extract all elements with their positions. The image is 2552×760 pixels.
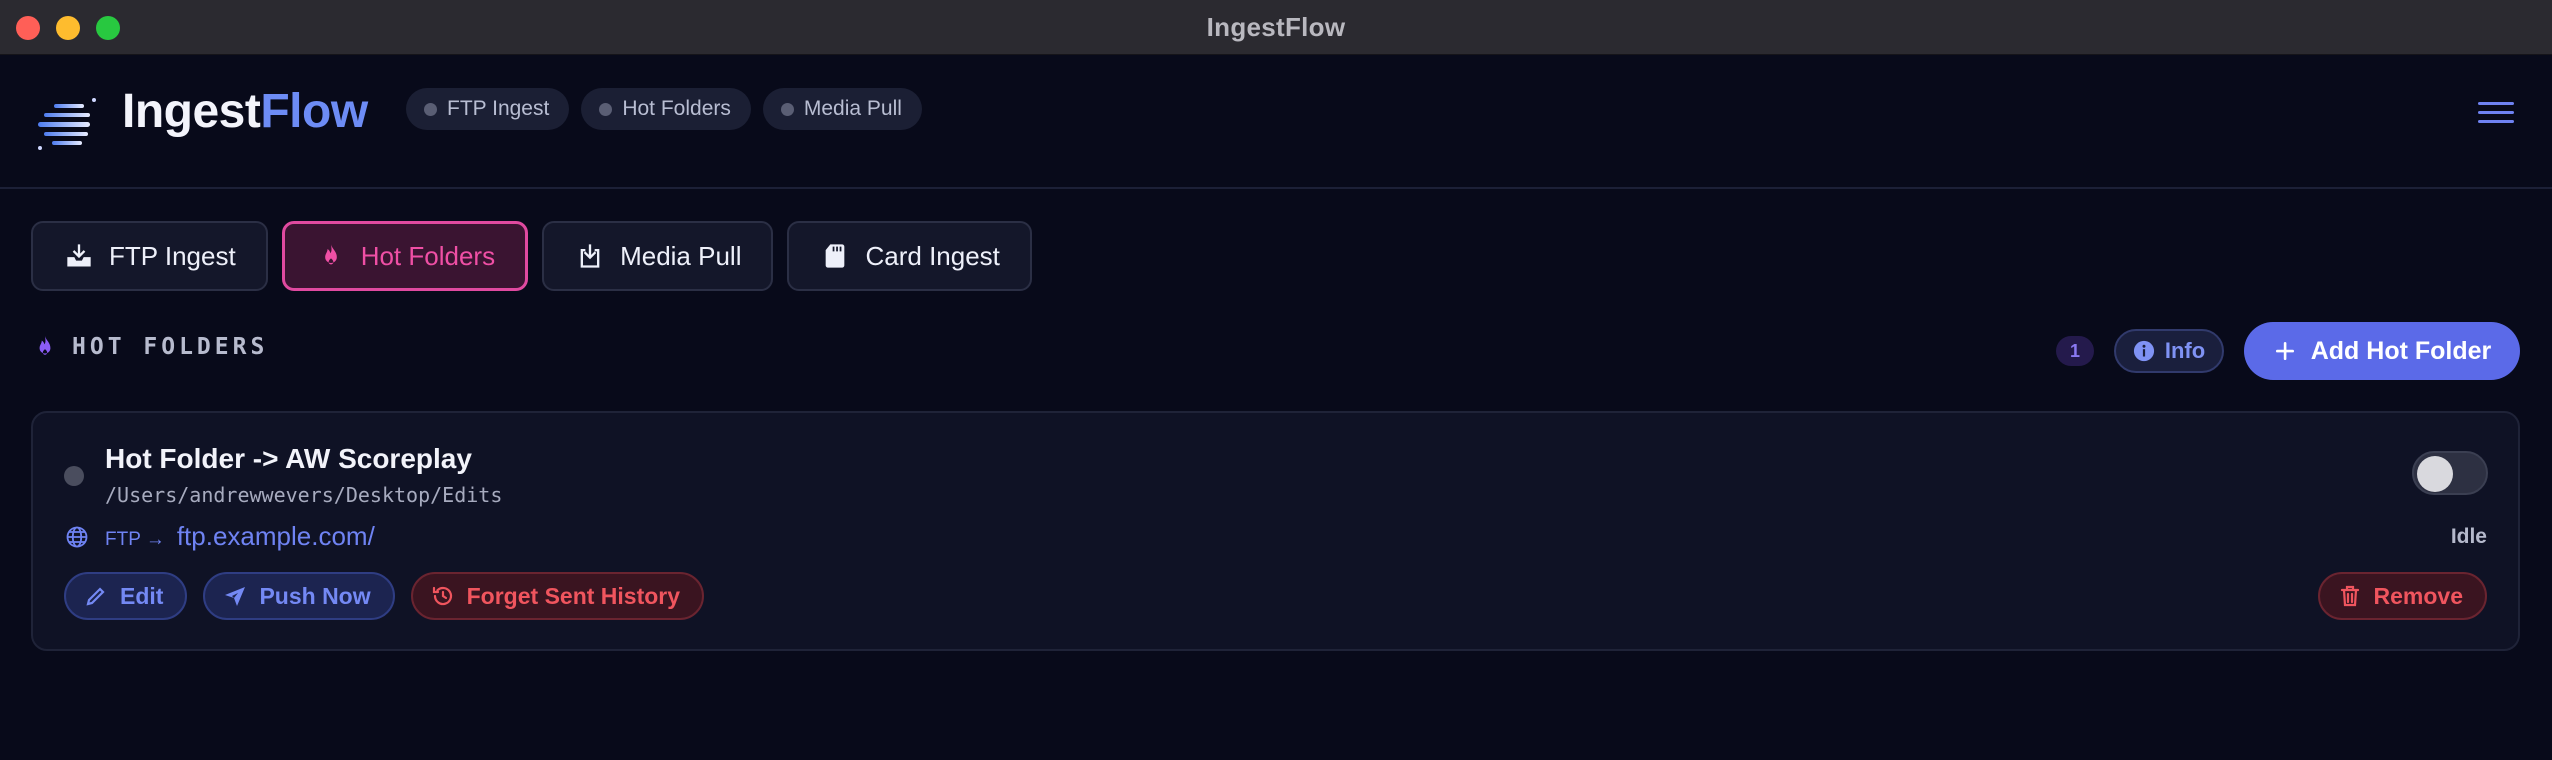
tab-card-ingest[interactable]: Card Ingest — [787, 221, 1032, 291]
zoom-window-button[interactable] — [96, 16, 120, 40]
pencil-icon — [86, 587, 105, 606]
sd-card-icon — [826, 244, 845, 268]
paper-plane-icon — [225, 587, 246, 606]
hot-folder-path: /Users/andrewwevers/Desktop/Edits — [105, 483, 503, 507]
tab-media-pull[interactable]: Media Pull — [542, 221, 774, 291]
hot-folder-title: Hot Folder -> AW Scoreplay — [105, 443, 472, 474]
history-icon — [432, 586, 452, 606]
service-status-chips: FTP Ingest Hot Folders Media Pull — [406, 88, 922, 130]
app-header: IngestFlow FTP Ingest Hot Folders Media … — [0, 56, 2552, 189]
tab-hot-folders[interactable]: Hot Folders — [281, 221, 529, 291]
destination-url[interactable]: ftp.example.com/ — [177, 521, 375, 552]
status-dot — [780, 102, 794, 116]
hamburger-menu-icon[interactable] — [2478, 102, 2514, 130]
main-tabs: FTP Ingest Hot Folders Media Pull Card I… — [31, 221, 1032, 291]
flame-icon — [39, 336, 51, 355]
forget-sent-history-button[interactable]: Forget Sent History — [410, 572, 705, 620]
download-box-icon — [580, 244, 600, 268]
inbox-tray-icon — [67, 244, 91, 267]
plus-icon — [2275, 342, 2294, 360]
hot-folder-card: Hot Folder -> AW Scoreplay /Users/andrew… — [31, 411, 2520, 651]
hot-folder-count-badge: 1 — [2056, 336, 2094, 366]
edit-button[interactable]: Edit — [64, 572, 188, 620]
push-now-button[interactable]: Push Now — [203, 572, 395, 620]
window-titlebar: IngestFlow — [0, 0, 2552, 55]
section-title: HOT FOLDERS — [72, 334, 269, 360]
tab-ftp-ingest[interactable]: FTP Ingest — [31, 221, 268, 291]
speed-lines-logo-icon — [38, 98, 96, 150]
status-dot — [599, 102, 613, 116]
card-actions: Edit Push Now Forget Sent History — [64, 572, 705, 620]
toggle-knob — [2417, 456, 2453, 492]
window-controls — [16, 16, 120, 40]
window-title: IngestFlow — [1206, 11, 1346, 42]
info-button[interactable]: Info — [2114, 329, 2224, 373]
section-header: HOT FOLDERS — [32, 334, 268, 360]
enable-toggle[interactable] — [2412, 451, 2488, 495]
status-chip-hot-folders: Hot Folders — [581, 88, 751, 130]
close-window-button[interactable] — [16, 16, 40, 40]
trash-icon — [2340, 585, 2359, 607]
status-label: Idle — [2450, 525, 2487, 548]
info-icon — [2133, 340, 2154, 362]
destination-row: FTP → ftp.example.com/ — [65, 521, 375, 552]
remove-button[interactable]: Remove — [2317, 572, 2487, 620]
folder-state-dot — [64, 466, 84, 486]
minimize-window-button[interactable] — [56, 16, 80, 40]
status-chip-ftp-ingest: FTP Ingest — [406, 88, 570, 130]
destination-protocol: FTP → — [105, 529, 165, 550]
add-hot-folder-button[interactable]: Add Hot Folder — [2244, 322, 2520, 380]
app-logo-text: IngestFlow — [122, 85, 368, 138]
flame-icon — [324, 244, 337, 265]
status-chip-media-pull: Media Pull — [762, 88, 922, 130]
globe-icon — [66, 526, 88, 547]
status-dot — [424, 102, 437, 116]
